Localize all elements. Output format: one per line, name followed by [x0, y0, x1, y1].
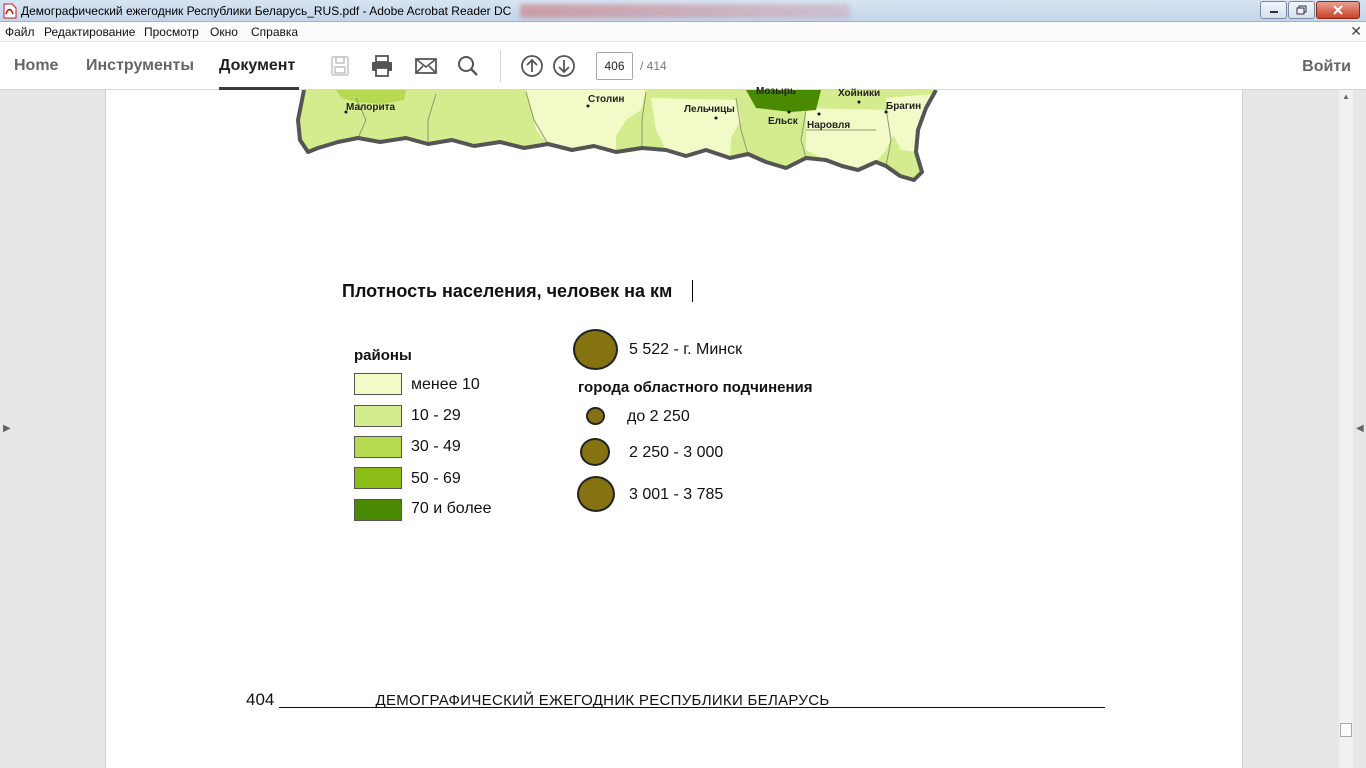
- menu-edit[interactable]: Редактирование: [44, 25, 135, 39]
- pdf-page: Мозырь Хойники Брагин Малорита Столин Ле…: [105, 86, 1243, 768]
- vertical-scrollbar[interactable]: ▲: [1339, 90, 1353, 768]
- swatch-label-30-49: 30 - 49: [411, 438, 461, 455]
- title-bar: Демографический ежегодник Республики Бел…: [0, 0, 1366, 22]
- minimize-icon: [1269, 11, 1278, 13]
- circle-small: [586, 407, 605, 425]
- close-window-button[interactable]: [1316, 1, 1360, 19]
- sign-in-button[interactable]: Войти: [1302, 58, 1351, 76]
- city-dot-narovlya: [817, 112, 821, 116]
- toolbar: Home Инструменты Документ / 414 Войти: [0, 42, 1366, 90]
- swatch-70-plus: [354, 499, 402, 521]
- swatch-30-49: [354, 436, 402, 458]
- scroll-up-icon[interactable]: ▲: [1339, 92, 1353, 106]
- left-pane-toggle-icon[interactable]: ▶: [3, 423, 11, 434]
- legend-title: Плотность населения, человек на км: [342, 281, 673, 301]
- tab-document[interactable]: Документ: [219, 57, 295, 75]
- cities-legend-title: города областного подчинения: [578, 379, 813, 396]
- search-icon[interactable]: [456, 54, 480, 78]
- menu-help[interactable]: Справка: [251, 25, 298, 39]
- map-label-malorita: Малорита: [346, 102, 396, 113]
- swatch-10-29: [354, 405, 402, 427]
- next-page-icon[interactable]: [552, 54, 576, 78]
- toolbar-separator: [500, 50, 501, 82]
- menu-window[interactable]: Окно: [210, 25, 238, 39]
- circle-label-large: 3 001 - 3 785: [629, 486, 724, 503]
- swatch-label-70-plus: 70 и более: [411, 500, 492, 517]
- page-number-input[interactable]: [596, 52, 633, 80]
- swatch-label-10-29: 10 - 29: [411, 407, 461, 424]
- districts-legend-title: районы: [354, 347, 412, 364]
- save-icon[interactable]: [328, 54, 352, 78]
- text-cursor: [692, 280, 693, 302]
- map-label-mozyr: Мозырь: [756, 86, 797, 97]
- swatch-less-10: [354, 373, 402, 395]
- menu-view[interactable]: Просмотр: [144, 25, 199, 39]
- footer-title: ДЕМОГРАФИЧЕСКИЙ ЕЖЕГОДНИК РЕСПУБЛИКИ БЕЛ…: [375, 692, 830, 709]
- page-number-footer: 404: [246, 690, 275, 709]
- menu-file[interactable]: Файл: [5, 25, 35, 39]
- window-title: Демографический ежегодник Республики Бел…: [21, 4, 512, 18]
- close-document-icon[interactable]: ✕: [1350, 23, 1362, 40]
- close-icon: [1333, 5, 1343, 15]
- city-dot-yelsk: [787, 110, 791, 114]
- restore-icon: [1296, 5, 1306, 15]
- page-total: / 414: [640, 59, 667, 73]
- swatch-label-50-69: 50 - 69: [411, 470, 461, 487]
- map-label-lelchitsy: Лельчицы: [684, 104, 735, 115]
- circle-label-minsk: 5 522 - г. Минск: [629, 341, 743, 358]
- tab-tools[interactable]: Инструменты: [86, 57, 194, 75]
- circle-label-medium: 2 250 - 3 000: [629, 444, 724, 461]
- scroll-thumb[interactable]: [1340, 723, 1352, 737]
- minimize-button[interactable]: [1260, 1, 1287, 19]
- print-icon[interactable]: [370, 54, 394, 78]
- circle-medium: [580, 438, 610, 466]
- map-label-stolin: Столин: [588, 94, 625, 105]
- map-label-khoiniki: Хойники: [838, 88, 881, 99]
- blurred-area: [520, 4, 850, 18]
- circle-minsk: [573, 329, 618, 370]
- map-label-yelsk: Ельск: [768, 116, 798, 127]
- map-label-bragin: Брагин: [886, 101, 922, 112]
- menu-bar: Файл Редактирование Просмотр Окно Справк…: [0, 22, 1366, 42]
- right-pane-toggle-icon[interactable]: ◀: [1356, 423, 1364, 434]
- swatch-label-less-10: менее 10: [411, 376, 480, 393]
- email-icon[interactable]: [414, 54, 438, 78]
- swatch-50-69: [354, 467, 402, 489]
- circle-large: [577, 476, 615, 512]
- city-dot-lelchitsy: [714, 116, 718, 120]
- map-label-narovlya: Наровля: [807, 120, 851, 131]
- pdf-file-icon: [3, 3, 17, 19]
- restore-button[interactable]: [1288, 1, 1315, 19]
- tab-home[interactable]: Home: [14, 57, 58, 75]
- document-area: ▶ ◀ Мозырь Хойники Брагин Малорита Столи…: [0, 86, 1366, 768]
- circle-label-small: до 2 250: [627, 408, 690, 425]
- previous-page-icon[interactable]: [520, 54, 544, 78]
- city-dot-khoiniki: [857, 100, 861, 104]
